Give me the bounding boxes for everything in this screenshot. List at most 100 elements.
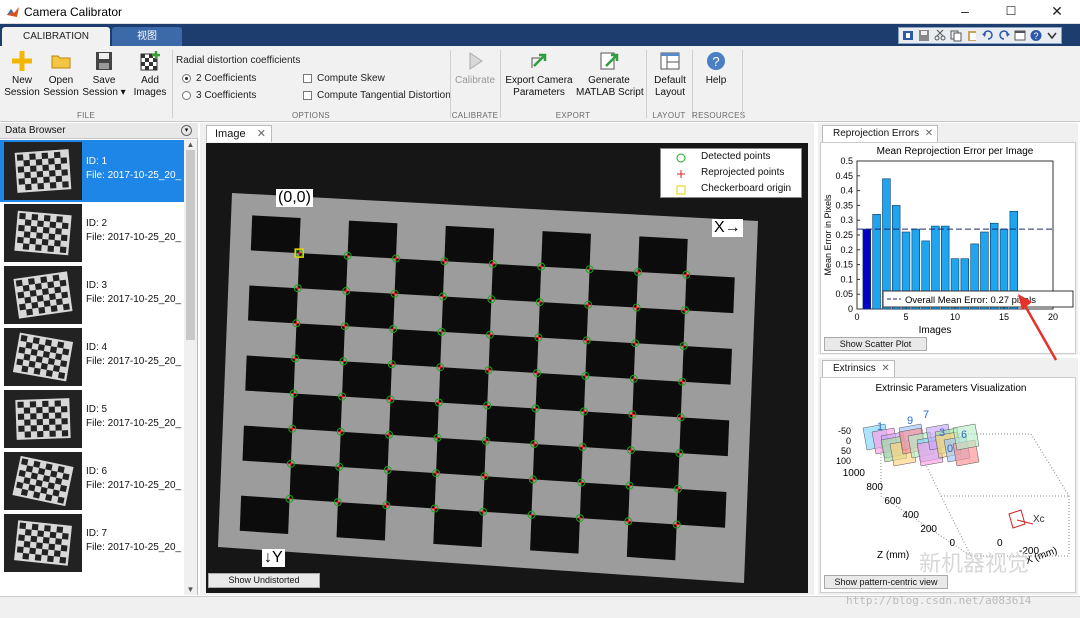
image-list-item[interactable]: ID: 5 File: 2017-10-25_20_ — [0, 388, 184, 450]
help-label: Help — [705, 75, 727, 86]
tab-view[interactable]: 视图 — [112, 27, 182, 46]
minimize-button[interactable]: – — [942, 0, 988, 24]
compute-tangential-checkbox[interactable] — [303, 91, 312, 100]
image-id: ID: 4 — [86, 342, 108, 353]
paste-icon[interactable] — [965, 29, 979, 42]
x-tick-label: 15 — [999, 312, 1009, 322]
image-file-name: File: 2017-10-25_20_ — [86, 542, 182, 553]
y-tick-label: 0.5 — [840, 156, 853, 166]
camera-axis-label: Xc — [1033, 514, 1045, 525]
image-list-item-meta: ID: 2 File: 2017-10-25_20_ — [86, 217, 181, 245]
file-section-label: FILE — [76, 111, 96, 120]
image-list-item[interactable]: ID: 4 File: 2017-10-25_20_ — [0, 326, 184, 388]
x-axis-label: Images — [919, 325, 952, 336]
image-id: ID: 5 — [86, 404, 108, 415]
show-scatter-plot-button[interactable]: Show Scatter Plot — [824, 337, 927, 351]
help-icon[interactable]: ? — [1029, 29, 1043, 42]
tab-reprojection-errors[interactable]: Reprojection Errors ✕ — [822, 125, 939, 142]
image-id: ID: 6 — [86, 466, 108, 477]
origin-label: (0,0) — [276, 189, 313, 207]
image-list-item[interactable]: ID: 1 File: 2017-10-25_20_ — [0, 140, 184, 202]
script-icon — [600, 52, 619, 70]
pin-icon[interactable] — [901, 29, 915, 42]
board-number: 0 — [947, 443, 953, 455]
y-tick-label: 0 — [846, 436, 851, 446]
save-icon[interactable] — [917, 29, 931, 42]
reprojection-tab-label: Reprojection Errors — [833, 128, 920, 139]
image-file-name: File: 2017-10-25_20_ — [86, 294, 182, 305]
checkerboard-image[interactable]: (0,0) X→ ↓Y Detected points Reprojected … — [206, 143, 808, 593]
error-bar — [862, 228, 872, 310]
redo-icon[interactable] — [997, 29, 1011, 42]
image-file-name: File: 2017-10-25_20_ — [86, 170, 182, 181]
y-tick-label: -50 — [838, 426, 851, 436]
image-list-item[interactable]: ID: 2 File: 2017-10-25_20_ — [0, 202, 184, 264]
y-axis-label: Mean Error in Pixels — [823, 194, 833, 276]
extrinsics-plot-area: Extrinsic Parameters Visualization 1 9 7 3 0 6… — [820, 377, 1076, 593]
separator — [450, 50, 451, 118]
scroll-down-icon[interactable]: ▼ — [185, 585, 196, 595]
export-camera-parameters-button[interactable]: Export Camera Parameters — [504, 50, 574, 99]
undo-icon[interactable] — [981, 29, 995, 42]
image-list-item[interactable]: ID: 3 File: 2017-10-25_20_ — [0, 264, 184, 326]
image-file-name: File: 2017-10-25_20_ — [86, 480, 182, 491]
maximize-button[interactable]: ☐ — [988, 0, 1034, 24]
compute-tangential-option[interactable]: Compute Tangential Distortion — [303, 90, 451, 101]
expand-icon[interactable] — [1045, 29, 1059, 42]
image-list-item[interactable]: ID: 7 File: 2017-10-25_20_ — [0, 512, 184, 574]
close-tab-icon[interactable]: ✕ — [257, 126, 266, 142]
show-undistorted-button[interactable]: Show Undistorted — [208, 573, 320, 588]
error-bar — [882, 178, 891, 310]
cut-icon[interactable] — [933, 29, 947, 42]
z-tick-label: 800 — [866, 482, 883, 493]
close-window-button[interactable]: ✕ — [1034, 0, 1080, 24]
copy-icon[interactable] — [949, 29, 963, 42]
open-session-button[interactable]: Open Session — [42, 50, 80, 99]
add-images-button[interactable]: Add Images — [130, 50, 170, 99]
help-button[interactable]: ? Help — [696, 50, 736, 87]
legend-origin: Checkerboard origin — [701, 183, 792, 194]
image-list-item-meta: ID: 1 File: 2017-10-25_20_ — [86, 155, 181, 183]
three-coefficients-label: 3 Coefficients — [196, 90, 257, 101]
compute-skew-option[interactable]: Compute Skew — [303, 73, 385, 84]
default-layout-button[interactable]: Default Layout — [650, 50, 690, 99]
tab-calibration[interactable]: CALIBRATION — [2, 27, 110, 46]
three-coefficients-radio[interactable] — [182, 91, 191, 100]
y-tick-label: 100 — [836, 456, 851, 466]
image-tab-label: Image — [215, 128, 246, 140]
separator — [742, 50, 743, 118]
close-tab-icon[interactable]: ✕ — [881, 361, 889, 377]
image-list-item[interactable]: ID: 6 File: 2017-10-25_20_ — [0, 450, 184, 512]
board-number: 6 — [961, 429, 967, 441]
generate-matlab-script-button[interactable]: Generate MATLAB Script — [576, 50, 644, 99]
scrollbar-thumb[interactable] — [186, 150, 195, 340]
new-session-button[interactable]: New Session — [3, 50, 41, 99]
extrinsics-title: Extrinsic Parameters Visualization — [876, 383, 1027, 394]
two-coefficients-option[interactable]: 2 Coefficients — [182, 73, 256, 84]
panel-menu-icon[interactable]: ▾ — [181, 125, 192, 136]
image-file-name: File: 2017-10-25_20_ — [86, 356, 182, 367]
play-icon — [469, 52, 483, 70]
image-id: ID: 1 — [86, 156, 108, 167]
board-number: 3 — [939, 427, 945, 439]
two-coefficients-radio[interactable] — [182, 74, 191, 83]
tab-image[interactable]: Image ✕ — [206, 125, 272, 142]
data-browser-header: Data Browser ▾ — [0, 123, 198, 139]
switch-windows-icon[interactable] — [1013, 29, 1027, 42]
compute-skew-checkbox[interactable] — [303, 74, 312, 83]
separator — [646, 50, 647, 118]
close-tab-icon[interactable]: ✕ — [925, 126, 933, 142]
checkerboard-drawing — [206, 143, 808, 593]
legend-detected: Detected points — [701, 151, 771, 162]
y-tick-label: 0.4 — [840, 186, 853, 196]
scroll-up-icon[interactable]: ▲ — [185, 140, 196, 150]
three-coefficients-option[interactable]: 3 Coefficients — [182, 90, 256, 101]
image-thumbnail — [4, 452, 82, 510]
two-coefficients-label: 2 Coefficients — [196, 73, 257, 84]
tab-extrinsics[interactable]: Extrinsics ✕ — [822, 360, 895, 377]
z-tick-label: 200 — [920, 524, 937, 535]
extrinsics-panel: Extrinsics ✕ Extrinsic Parameters Visual… — [818, 358, 1078, 595]
save-session-button[interactable]: Save Session ▾ — [80, 50, 128, 99]
data-browser-scrollbar[interactable]: ▲ ▼ — [184, 140, 197, 595]
calibrate-button[interactable]: Calibrate — [452, 50, 498, 87]
